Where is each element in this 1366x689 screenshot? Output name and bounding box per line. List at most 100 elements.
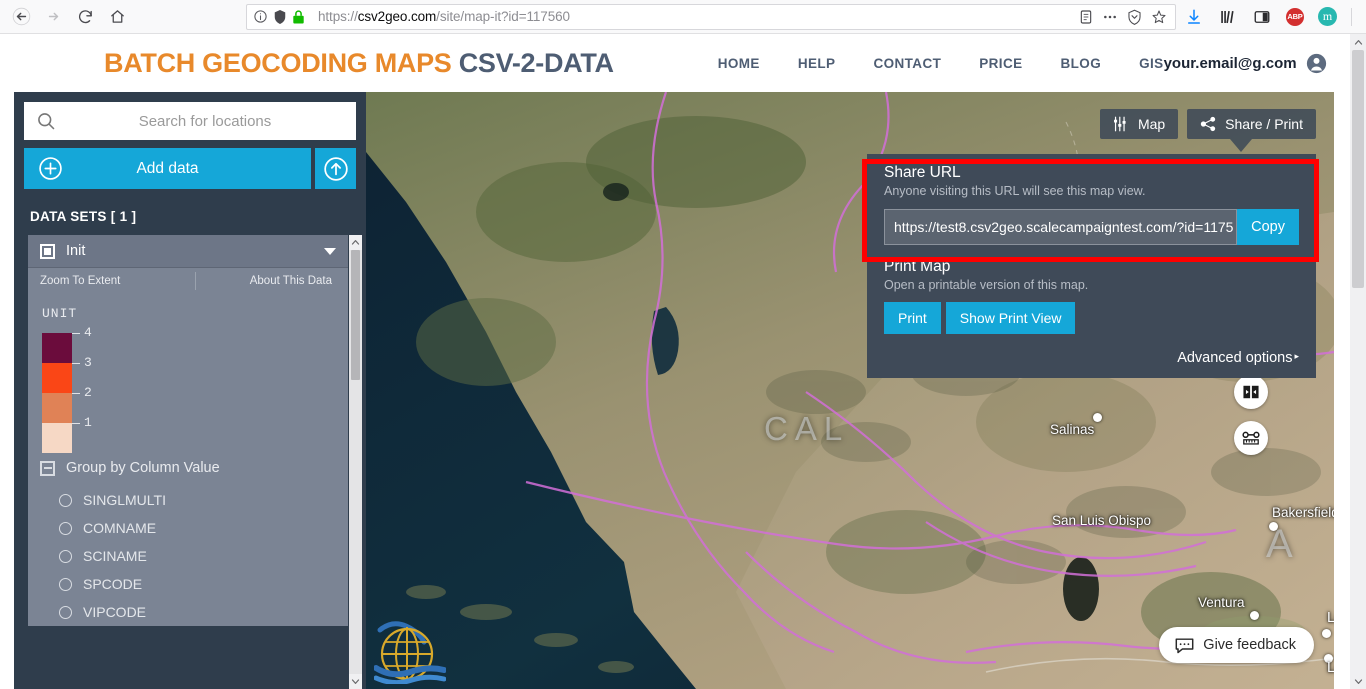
account-circle-icon[interactable] bbox=[1306, 53, 1327, 74]
radio-icon bbox=[59, 606, 72, 619]
legend-swatch-4 bbox=[42, 333, 72, 363]
zoom-to-extent-link[interactable]: Zoom To Extent bbox=[28, 275, 120, 287]
datasets-header: DATA SETS [ 1 ] bbox=[14, 199, 366, 235]
logo-primary: BATCH GEOCODING MAPS bbox=[104, 48, 452, 78]
tracking-protection-shield-icon bbox=[273, 9, 287, 25]
site-logo[interactable]: BATCH GEOCODING MAPS CSV-2-DATA bbox=[104, 48, 614, 79]
print-map-title: Print Map bbox=[884, 258, 1299, 276]
search-input[interactable]: Search for locations bbox=[24, 102, 356, 140]
reader-view-icon[interactable] bbox=[1079, 9, 1093, 25]
scrollbar-thumb[interactable] bbox=[351, 250, 360, 380]
nav-item-help[interactable]: HELP bbox=[798, 56, 836, 71]
toolbar-divider bbox=[1351, 8, 1352, 26]
page-scrollbar-thumb[interactable] bbox=[1352, 50, 1364, 288]
sidebar-icon[interactable] bbox=[1252, 7, 1272, 27]
bookmark-star-icon[interactable] bbox=[1151, 9, 1167, 25]
nav-item-price[interactable]: PRICE bbox=[979, 56, 1022, 71]
user-account-area[interactable]: your.email@g.com bbox=[1164, 53, 1327, 74]
sidebar-panel: Search for locations Add data DATA SETS … bbox=[14, 92, 366, 689]
upload-data-button[interactable] bbox=[315, 148, 356, 189]
share-print-button[interactable]: Share / Print bbox=[1187, 109, 1316, 139]
sliders-icon bbox=[1113, 116, 1130, 132]
split-view-icon bbox=[1242, 384, 1260, 400]
nav-item-home[interactable]: HOME bbox=[718, 56, 760, 71]
group-by-header[interactable]: Group by Column Value bbox=[28, 454, 348, 486]
scroll-down-arrow-icon[interactable] bbox=[349, 674, 362, 689]
map-top-buttons: Map Share / Print bbox=[1100, 109, 1316, 139]
logo-secondary: CSV-2-DATA bbox=[459, 48, 614, 78]
share-url-title: Share URL bbox=[884, 164, 1299, 182]
measure-tool[interactable] bbox=[1234, 421, 1268, 455]
map-settings-button[interactable]: Map bbox=[1100, 109, 1178, 139]
site-header: BATCH GEOCODING MAPS CSV-2-DATA HOME HEL… bbox=[0, 34, 1350, 92]
sidebar-scrollbar[interactable] bbox=[349, 235, 362, 689]
downloads-icon[interactable] bbox=[1184, 7, 1204, 27]
adblock-plus-icon[interactable]: ABP bbox=[1286, 8, 1304, 26]
group-option-comname[interactable]: COMNAME bbox=[28, 514, 348, 542]
split-view-tool[interactable] bbox=[1234, 375, 1268, 409]
about-this-data-link[interactable]: About This Data bbox=[250, 275, 348, 287]
caret-down-icon[interactable] bbox=[324, 248, 336, 255]
page-scroll-up-icon[interactable] bbox=[1354, 34, 1363, 50]
show-print-view-button[interactable]: Show Print View bbox=[946, 302, 1076, 334]
page-scroll-down-icon[interactable] bbox=[1354, 673, 1363, 689]
group-option-vipcode[interactable]: VIPCODE bbox=[28, 598, 348, 626]
map-button-label: Share / Print bbox=[1225, 116, 1303, 132]
home-button[interactable] bbox=[102, 3, 132, 31]
forward-button[interactable] bbox=[38, 3, 68, 31]
radio-icon bbox=[59, 578, 72, 591]
user-email: your.email@g.com bbox=[1164, 55, 1297, 72]
legend-tick: 4 bbox=[72, 325, 92, 355]
group-option-singlmulti[interactable]: SINGLMULTI bbox=[28, 486, 348, 514]
upload-circle-icon bbox=[323, 156, 349, 182]
group-option-sciname[interactable]: SCINAME bbox=[28, 542, 348, 570]
nav-item-contact[interactable]: CONTACT bbox=[873, 56, 941, 71]
radio-icon bbox=[59, 494, 72, 507]
popup-pointer bbox=[1230, 139, 1252, 152]
group-by-label: Group by Column Value bbox=[66, 460, 220, 476]
checkbox-checked-icon[interactable] bbox=[40, 244, 55, 259]
extension-avatar-icon[interactable]: m bbox=[1318, 7, 1337, 26]
reload-button[interactable] bbox=[70, 3, 100, 31]
advanced-options-link[interactable]: Advanced options▸ bbox=[867, 334, 1316, 372]
share-nodes-icon bbox=[1200, 116, 1217, 132]
datasets-label: DATA SETS bbox=[30, 209, 107, 224]
library-icon[interactable] bbox=[1218, 7, 1238, 27]
give-feedback-button[interactable]: Give feedback bbox=[1159, 627, 1314, 663]
dataset-header-row[interactable]: Init bbox=[28, 235, 348, 268]
radio-icon bbox=[59, 522, 72, 535]
scroll-up-arrow-icon[interactable] bbox=[349, 235, 362, 250]
measure-tool-icon bbox=[1241, 429, 1261, 447]
pocket-icon[interactable] bbox=[1127, 9, 1142, 25]
print-buttons-row: Print Show Print View bbox=[884, 302, 1299, 334]
dataset-card: Init Zoom To Extent About This Data UNIT bbox=[28, 235, 348, 626]
urlbar-actions bbox=[1079, 9, 1169, 25]
nav-item-blog[interactable]: BLOG bbox=[1061, 56, 1102, 71]
nav-item-gis[interactable]: GIS bbox=[1139, 56, 1163, 71]
caret-icon: ▸ bbox=[1294, 351, 1299, 361]
legend-title: UNIT bbox=[42, 306, 348, 321]
browser-toolbar: https://csv2geo.com/site/map-it?id=11756… bbox=[0, 0, 1366, 34]
minus-square-icon[interactable] bbox=[40, 461, 55, 476]
city-dot bbox=[1250, 611, 1259, 620]
back-button[interactable] bbox=[6, 3, 36, 31]
add-data-button[interactable]: Add data bbox=[24, 148, 311, 189]
map-canvas[interactable]: CAL A Carson City bbox=[366, 92, 1334, 689]
page-actions-icon[interactable] bbox=[1102, 9, 1118, 25]
page-content: BATCH GEOCODING MAPS CSV-2-DATA HOME HEL… bbox=[0, 34, 1350, 689]
city-dot bbox=[1269, 522, 1278, 531]
map-button-label: Map bbox=[1138, 116, 1165, 132]
city-dot bbox=[1324, 654, 1333, 663]
share-url-input[interactable]: https://test8.csv2geo.scalecampaigntest.… bbox=[884, 209, 1237, 245]
legend-swatch-3 bbox=[42, 363, 72, 393]
state-label: CAL bbox=[764, 410, 849, 448]
page-scrollbar[interactable] bbox=[1350, 34, 1366, 689]
print-button[interactable]: Print bbox=[884, 302, 941, 334]
address-bar[interactable]: https://csv2geo.com/site/map-it?id=11756… bbox=[246, 4, 1176, 30]
dataset-name: Init bbox=[66, 243, 313, 259]
copy-button[interactable]: Copy bbox=[1237, 209, 1299, 245]
share-print-panel: Share URL Anyone visiting this URL will … bbox=[867, 154, 1316, 378]
main-nav: HOME HELP CONTACT PRICE BLOG GIS bbox=[718, 56, 1164, 71]
urlbar-container: https://csv2geo.com/site/map-it?id=11756… bbox=[132, 4, 1184, 30]
group-option-spcode[interactable]: SPCODE bbox=[28, 570, 348, 598]
